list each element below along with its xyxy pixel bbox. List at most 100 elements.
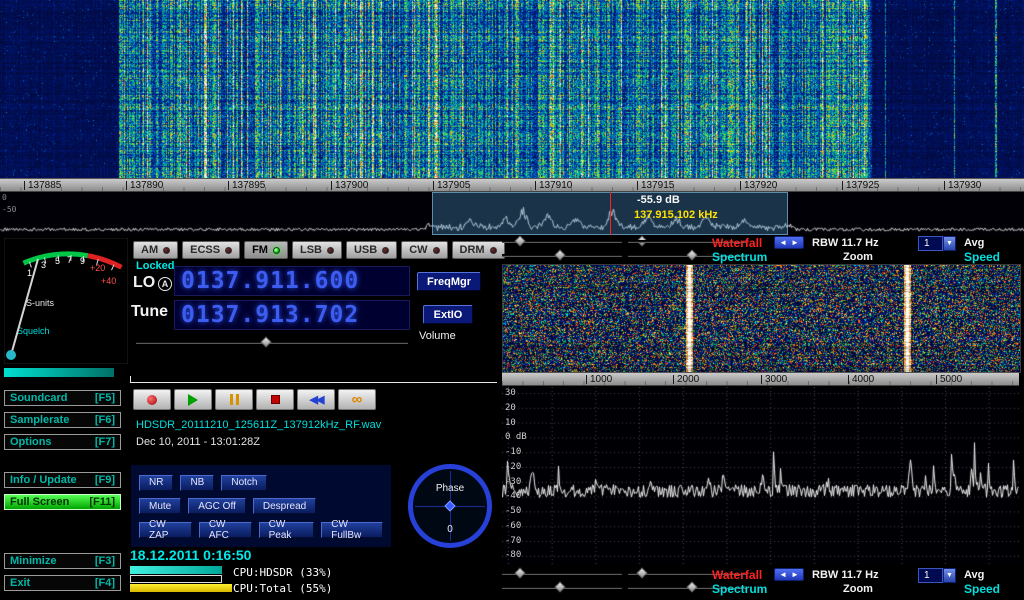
avg-select[interactable]: 1▼: [918, 568, 956, 583]
speed-label: Speed: [964, 582, 1000, 596]
volume-label: Volume: [419, 330, 456, 342]
soundcard-button[interactable]: Soundcard[F5]: [4, 390, 121, 406]
db-tick: -60: [505, 521, 521, 531]
play-icon: [188, 394, 198, 406]
volume-slider[interactable]: [136, 338, 408, 347]
stop-button[interactable]: [256, 389, 294, 410]
db-tick: -40: [505, 491, 521, 501]
rewind-button[interactable]: ◀◀: [297, 389, 335, 410]
minimize-button[interactable]: Minimize[F3]: [4, 553, 121, 569]
nr-button[interactable]: NR: [139, 475, 173, 491]
mode-fm-button[interactable]: FM: [244, 241, 288, 259]
waterfall-controls-bottom: Waterfall ◄► RBW 11.7 Hz 1▼ Avg Spectrum…: [500, 568, 1024, 598]
zoom-arrows[interactable]: ◄►: [774, 236, 804, 249]
mode-ecss-button[interactable]: ECSS: [182, 241, 240, 259]
s-meter[interactable]: 1 3 5 7 9 +20 +40 S-units Squelch: [4, 238, 128, 364]
chevron-down-icon[interactable]: ▼: [943, 568, 956, 583]
zoom-in-icon[interactable]: ►: [791, 238, 799, 247]
mute-button[interactable]: Mute: [139, 498, 181, 514]
speed-label: Speed: [964, 250, 1000, 264]
exit-button[interactable]: Exit[F4]: [4, 575, 121, 591]
pause-icon: [230, 394, 239, 405]
cpu-hdsdr-text: CPU:HDSDR (33%): [233, 566, 332, 579]
zoom-in-icon[interactable]: ►: [791, 570, 799, 579]
freq-tick: 137900: [331, 179, 368, 191]
waterfall-label[interactable]: Waterfall: [712, 568, 762, 582]
samplerate-button[interactable]: Samplerate[F6]: [4, 412, 121, 428]
main-waterfall-display[interactable]: [0, 0, 1024, 178]
zoom-label: Zoom: [843, 583, 873, 595]
freq-tick: 137925: [842, 179, 879, 191]
cw-peak-button[interactable]: CW Peak: [259, 522, 315, 538]
db-tick: -50: [505, 506, 521, 516]
options-button[interactable]: Options[F7]: [4, 434, 121, 450]
dsp-panel: NR NB Notch Mute AGC Off Despread CW ZAP…: [130, 464, 392, 548]
avg-select[interactable]: 1▼: [918, 236, 956, 251]
mode-am-button[interactable]: AM: [133, 241, 178, 259]
cw-afc-button[interactable]: CW AFC: [199, 522, 252, 538]
nb-button[interactable]: NB: [180, 475, 214, 491]
smeter-tick-label: 1: [27, 268, 32, 278]
af-waterfall-display[interactable]: [502, 264, 1021, 373]
locked-indicator: Locked: [136, 260, 175, 272]
mode-usb-button[interactable]: USB: [346, 241, 397, 259]
pause-button[interactable]: [215, 389, 253, 410]
record-button[interactable]: [133, 389, 171, 410]
buffer-bar: [130, 575, 222, 583]
stop-icon: [271, 395, 280, 404]
freq-tick: 3000: [761, 373, 787, 385]
cw-fullbw-button[interactable]: CW FullBw: [321, 522, 383, 538]
spectrum-range-slider[interactable]: [502, 251, 622, 260]
cpu-total-bar: [130, 584, 232, 592]
zoom-out-icon[interactable]: ◄: [779, 238, 787, 247]
spectrum-label[interactable]: Spectrum: [712, 582, 767, 596]
zoom-out-icon[interactable]: ◄: [779, 570, 787, 579]
tune-cursor-line: [610, 192, 611, 235]
tune-frequency-display[interactable]: 0137.913.702: [174, 300, 410, 330]
avg-label: Avg: [964, 237, 984, 249]
overview-spectrum[interactable]: 0 -50 -55.9 dB 137.915.102 kHz: [0, 192, 1024, 235]
af-frequency-scale[interactable]: 1000 2000 3000 4000 5000: [502, 372, 1019, 386]
freqmgr-button[interactable]: FreqMgr: [417, 272, 481, 291]
extio-button[interactable]: ExtIO: [423, 305, 473, 324]
mode-cw-button[interactable]: CW: [401, 241, 447, 259]
cw-zap-button[interactable]: CW ZAP: [139, 522, 192, 538]
loop-button[interactable]: ∞: [338, 389, 376, 410]
lo-frequency-display[interactable]: 0137.911.600: [174, 266, 410, 296]
smeter-units-label: S-units: [26, 298, 55, 308]
waterfall-controls-top: Waterfall ◄► RBW 11.7 Hz 1▼ Avg Spectrum…: [500, 236, 1024, 266]
chevron-down-icon[interactable]: ▼: [943, 236, 956, 251]
phase-marker: [444, 500, 455, 511]
waterfall-brightness-slider[interactable]: [502, 237, 622, 246]
zoom-arrows[interactable]: ◄►: [774, 568, 804, 581]
info-update-button[interactable]: Info / Update[F9]: [4, 472, 121, 488]
mode-drm-button[interactable]: DRM: [452, 241, 505, 259]
smeter-tick-label: 5: [55, 256, 60, 266]
phase-dial[interactable]: Phase 0: [408, 464, 492, 548]
rbw-label: RBW 11.7 Hz: [812, 237, 879, 249]
phase-label: Phase: [413, 483, 487, 494]
despread-button[interactable]: Despread: [253, 498, 316, 514]
lo-lock-badge[interactable]: A: [158, 277, 172, 291]
smeter-tick-label: 9: [80, 256, 85, 266]
fullscreen-button[interactable]: Full Screen[F11]: [4, 494, 121, 510]
main-frequency-scale[interactable]: 137885 137890 137895 137900 137905 13791…: [0, 178, 1024, 192]
db-tick: -10: [505, 447, 521, 457]
play-button[interactable]: [174, 389, 212, 410]
spectrum-label[interactable]: Spectrum: [712, 250, 767, 264]
af-spectrum-display[interactable]: 30 20 10 0 dB -10 -20 -30 -40 -50 -60 -7…: [502, 387, 1019, 565]
mode-lsb-button[interactable]: LSB: [292, 241, 342, 259]
smeter-tick-label: +40: [101, 276, 116, 286]
notch-button[interactable]: Notch: [221, 475, 267, 491]
agc-button[interactable]: AGC Off: [188, 498, 246, 514]
mode-led: [433, 247, 440, 254]
cursor-frequency-readout: 137.915.102 kHz: [634, 209, 718, 221]
cpu-hdsdr-bar: [130, 566, 222, 574]
smeter-pivot: [6, 350, 16, 360]
waterfall-brightness-slider[interactable]: [502, 569, 622, 578]
squelch-level-bar[interactable]: [4, 368, 114, 377]
spectrum-range-slider[interactable]: [502, 583, 622, 592]
db-tick: 20: [505, 403, 516, 413]
waterfall-label[interactable]: Waterfall: [712, 236, 762, 250]
mode-led: [490, 247, 497, 254]
